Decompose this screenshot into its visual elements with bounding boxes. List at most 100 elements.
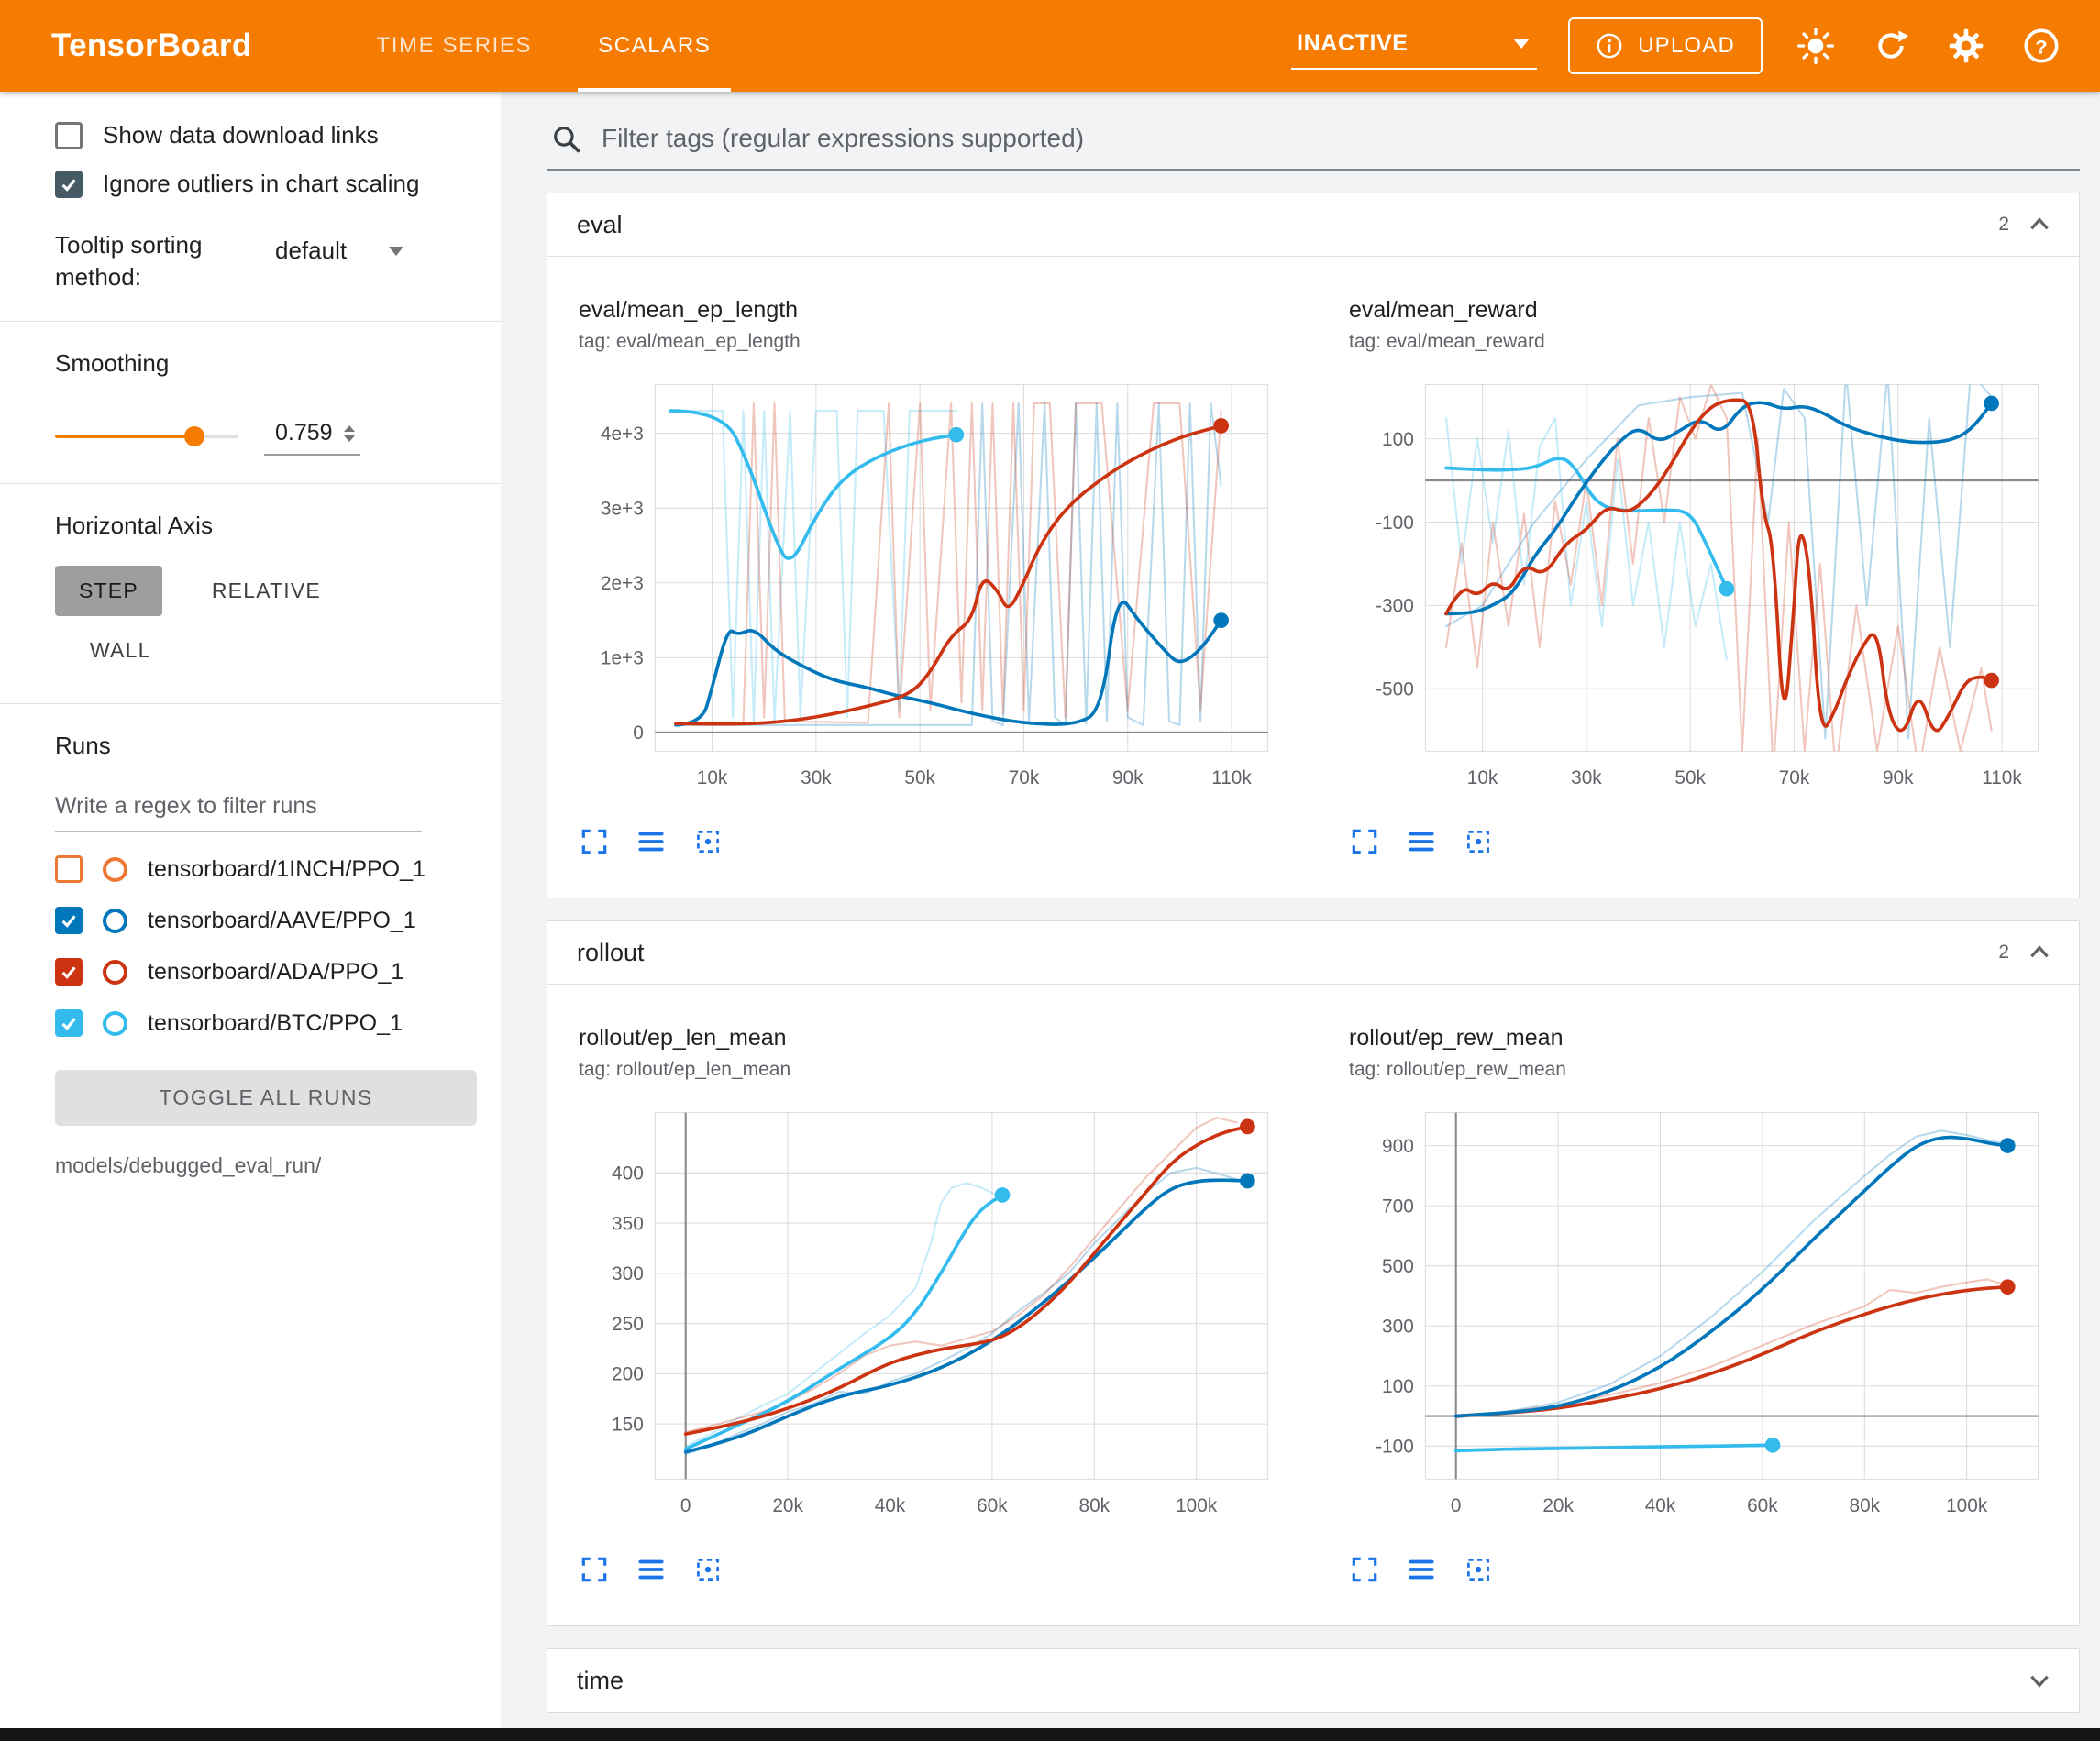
stepper-arrows-icon[interactable]: [344, 425, 355, 442]
svg-text:2e+3: 2e+3: [601, 573, 644, 594]
runs-filter-input[interactable]: [55, 784, 422, 832]
svg-text:40k: 40k: [1645, 1495, 1676, 1516]
axis-relative-button[interactable]: RELATIVE: [188, 566, 345, 616]
svg-text:50k: 50k: [1674, 767, 1706, 788]
main-tabs: TIME SERIES SCALARS: [344, 0, 745, 92]
ignore-outliers-row: Ignore outliers in chart scaling: [55, 170, 473, 198]
chevron-down-icon: [389, 247, 403, 256]
run-row-1inch[interactable]: tensorboard/1INCH/PPO_1: [55, 855, 473, 883]
chart-title: eval/mean_reward: [1349, 297, 2046, 324]
dashboard-main: eval 2 eval/mean_ep_length tag: eval/mea…: [501, 92, 2100, 1728]
smoothing-slider[interactable]: [55, 435, 238, 438]
section-title: eval: [577, 211, 623, 239]
chevron-up-icon[interactable]: [2026, 211, 2053, 238]
maximize-icon[interactable]: [579, 826, 610, 857]
settings-icon[interactable]: [1944, 24, 1988, 68]
fit-domain-icon[interactable]: [1463, 1554, 1494, 1585]
fit-domain-icon[interactable]: [692, 826, 724, 857]
svg-text:250: 250: [612, 1314, 644, 1335]
section-title: time: [577, 1667, 624, 1695]
svg-text:300: 300: [1382, 1317, 1414, 1338]
section-card-eval: eval 2 eval/mean_ep_length tag: eval/mea…: [547, 193, 2080, 898]
svg-text:500: 500: [1382, 1256, 1414, 1277]
chevron-down-icon: [1513, 39, 1530, 49]
slider-fill: [55, 435, 194, 438]
svg-text:3e+3: 3e+3: [601, 498, 644, 519]
chart-tag: tag: eval/mean_ep_length: [579, 331, 1276, 353]
chevron-up-icon[interactable]: [2026, 939, 2053, 966]
smoothing-value-input[interactable]: 0.759: [264, 416, 360, 456]
section-card-time: time: [547, 1648, 2080, 1713]
run-label: tensorboard/AAVE/PPO_1: [148, 908, 416, 934]
axis-step-button[interactable]: STEP: [55, 566, 162, 616]
run-row-aave[interactable]: tensorboard/AAVE/PPO_1: [55, 907, 473, 934]
tag-filter-input[interactable]: [600, 123, 2074, 154]
rollout-ep-len-mean-chart[interactable]: 020k40k60k80k100k150200250300350400: [579, 1099, 1276, 1543]
help-icon[interactable]: ?: [2019, 24, 2063, 68]
tooltip-sorting-value: default: [275, 237, 347, 265]
settings-sidebar: Show data download links Ignore outliers…: [0, 92, 501, 1728]
fit-domain-icon[interactable]: [692, 1554, 724, 1585]
svg-text:100k: 100k: [1176, 1495, 1218, 1516]
svg-text:50k: 50k: [904, 767, 935, 788]
tab-time-series[interactable]: TIME SERIES: [344, 0, 566, 92]
run-checkbox[interactable]: [55, 907, 83, 934]
section-header-rollout[interactable]: rollout 2: [547, 921, 2079, 984]
maximize-icon[interactable]: [1349, 826, 1380, 857]
run-checkbox[interactable]: [55, 958, 83, 986]
chart-title: rollout/ep_rew_mean: [1349, 1025, 2046, 1052]
run-checkbox[interactable]: [55, 855, 83, 883]
slider-knob[interactable]: [184, 426, 204, 446]
data-table-icon[interactable]: [1406, 1554, 1437, 1585]
svg-text:300: 300: [612, 1263, 644, 1284]
chart-title: rollout/ep_len_mean: [579, 1025, 1276, 1052]
svg-text:70k: 70k: [1779, 767, 1810, 788]
section-chart-count: 2: [1998, 942, 2009, 964]
upload-button[interactable]: UPLOAD: [1568, 17, 1763, 74]
maximize-icon[interactable]: [1349, 1554, 1380, 1585]
chart-block-rollout-ep-len-mean: rollout/ep_len_mean tag: rollout/ep_len_…: [579, 1025, 1276, 1585]
svg-text:0: 0: [633, 722, 644, 744]
svg-text:-100: -100: [1376, 1437, 1414, 1458]
tooltip-sorting-select[interactable]: default: [275, 229, 403, 265]
svg-text:90k: 90k: [1112, 767, 1144, 788]
run-label: tensorboard/1INCH/PPO_1: [148, 856, 426, 883]
maximize-icon[interactable]: [579, 1554, 610, 1585]
section-header-eval[interactable]: eval 2: [547, 193, 2079, 256]
rollout-ep-rew-mean-chart[interactable]: 020k40k60k80k100k-100100300500700900: [1349, 1099, 2046, 1543]
svg-text:110k: 110k: [1211, 767, 1252, 788]
data-table-icon[interactable]: [1406, 826, 1437, 857]
show-download-links-checkbox[interactable]: [55, 122, 83, 149]
status-dropdown[interactable]: INACTIVE: [1291, 23, 1537, 70]
eval-mean-ep-length-chart[interactable]: 10k30k50k70k90k110k01e+32e+33e+34e+3: [579, 371, 1276, 815]
svg-text:30k: 30k: [1571, 767, 1602, 788]
eval-mean-reward-chart[interactable]: 10k30k50k70k90k110k100-100-300-500: [1349, 371, 2046, 815]
toggle-all-runs-button[interactable]: TOGGLE ALL RUNS: [55, 1070, 477, 1126]
chart-title: eval/mean_ep_length: [579, 297, 1276, 324]
horizontal-axis-heading: Horizontal Axis: [55, 512, 473, 540]
chart-toolbar: [579, 826, 1276, 857]
run-row-btc[interactable]: tensorboard/BTC/PPO_1: [55, 1009, 473, 1037]
svg-text:?: ?: [2035, 35, 2047, 58]
svg-text:400: 400: [612, 1163, 644, 1185]
run-row-ada[interactable]: tensorboard/ADA/PPO_1: [55, 958, 473, 986]
fit-domain-icon[interactable]: [1463, 826, 1494, 857]
svg-text:110k: 110k: [1982, 767, 2022, 788]
axis-wall-button[interactable]: WALL: [66, 625, 175, 676]
chevron-down-icon[interactable]: [2026, 1667, 2053, 1694]
tab-label: SCALARS: [598, 33, 711, 59]
run-checkbox[interactable]: [55, 1009, 83, 1037]
svg-text:-300: -300: [1376, 596, 1414, 617]
brightness-icon[interactable]: [1794, 24, 1838, 68]
tab-scalars[interactable]: SCALARS: [565, 0, 744, 92]
refresh-icon[interactable]: [1869, 24, 1913, 68]
ignore-outliers-checkbox[interactable]: [55, 171, 83, 198]
svg-text:100k: 100k: [1946, 1495, 1988, 1516]
run-color-circle: [103, 1011, 127, 1036]
data-table-icon[interactable]: [636, 1554, 667, 1585]
divider: [0, 483, 501, 484]
app-logo: TensorBoard: [51, 28, 252, 64]
data-table-icon[interactable]: [636, 826, 667, 857]
svg-text:150: 150: [612, 1414, 644, 1435]
section-header-time[interactable]: time: [547, 1649, 2079, 1712]
